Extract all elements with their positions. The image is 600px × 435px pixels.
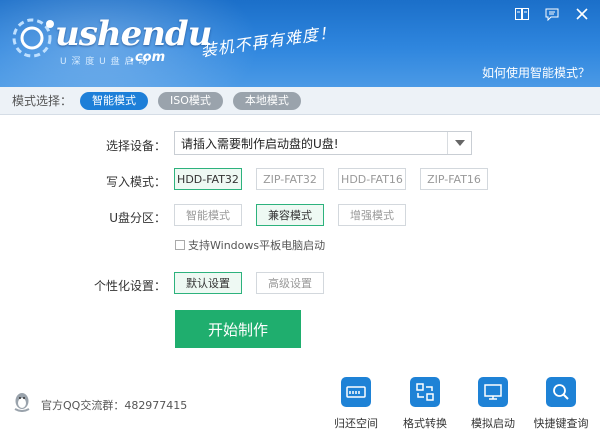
windows-tablet-label[interactable]: 支持Windows平板电脑启动 — [188, 237, 325, 253]
windows-tablet-checkbox[interactable] — [175, 240, 185, 250]
write-mode-hdd-fat16[interactable]: HDD-FAT16 — [338, 168, 406, 190]
tab-smart-mode[interactable]: 智能模式 — [80, 91, 149, 110]
help-link[interactable]: 如何使用智能模式？ — [482, 64, 590, 81]
device-select[interactable]: 请插入需要制作启动盘的U盘! — [174, 131, 472, 155]
tool-simulate-boot-label: 模拟启动 — [471, 417, 515, 430]
tool-format-convert[interactable]: 格式转换 — [396, 377, 454, 431]
monitor-icon — [478, 377, 508, 407]
chat-icon[interactable] — [544, 6, 560, 22]
qq-penguin-icon — [14, 393, 30, 412]
disk-icon — [341, 377, 371, 407]
tool-reclaim-space[interactable]: 归还空间 — [327, 377, 385, 431]
convert-icon — [410, 377, 440, 407]
partition-smart[interactable]: 智能模式 — [174, 204, 242, 226]
partition-compatible[interactable]: 兼容模式 — [256, 204, 324, 226]
window-controls — [514, 6, 590, 22]
device-label: 选择设备： — [105, 139, 166, 153]
device-select-value: 请插入需要制作启动盘的U盘! — [181, 136, 339, 151]
close-icon[interactable] — [574, 6, 590, 22]
partition-label: U盘分区： — [109, 211, 166, 225]
chevron-down-icon[interactable] — [447, 132, 471, 154]
tool-hotkey-query-label: 快捷键查询 — [533, 417, 589, 430]
tab-local-mode[interactable]: 本地模式 — [232, 91, 301, 110]
tool-reclaim-space-label: 归还空间 — [334, 417, 378, 430]
mode-bar: 模式选择： 智能模式 ISO模式 本地模式 — [0, 87, 600, 115]
write-mode-label: 写入模式： — [105, 175, 166, 189]
search-icon — [546, 377, 576, 407]
tab-iso-mode[interactable]: ISO模式 — [158, 91, 223, 110]
qq-group-text: 官方QQ交流群：482977415 — [41, 399, 188, 412]
logo-text: ushendu — [55, 14, 212, 54]
tool-hotkey-query[interactable]: 快捷键查询 — [532, 377, 590, 431]
mode-label: 模式选择： — [12, 94, 73, 108]
tool-simulate-boot[interactable]: 模拟启动 — [464, 377, 522, 431]
logo-domain: .com — [130, 50, 166, 65]
personalize-label: 个性化设置： — [93, 279, 166, 293]
app-header: ushendu U 深 度 U 盘 启 动 .com 装机不再有难度！ 如何使用… — [0, 0, 600, 87]
write-mode-hdd-fat32[interactable]: HDD-FAT32 — [174, 168, 242, 190]
partition-enhanced[interactable]: 增强模式 — [338, 204, 406, 226]
start-button[interactable]: 开始制作 — [175, 310, 301, 348]
write-mode-zip-fat32[interactable]: ZIP-FAT32 — [256, 168, 324, 190]
book-icon[interactable] — [514, 6, 530, 22]
personalize-advanced[interactable]: 高级设置 — [256, 272, 324, 294]
personalize-default[interactable]: 默认设置 — [174, 272, 242, 294]
tool-format-convert-label: 格式转换 — [403, 417, 447, 430]
write-mode-zip-fat16[interactable]: ZIP-FAT16 — [420, 168, 488, 190]
